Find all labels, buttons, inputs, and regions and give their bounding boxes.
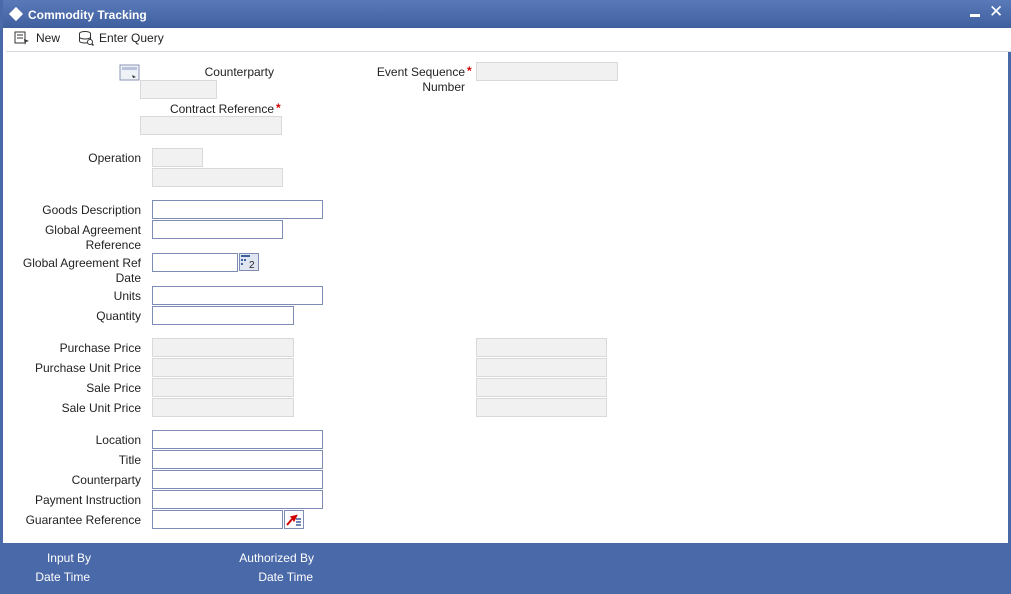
operation-description-field[interactable] [152,168,283,187]
new-button-label: New [36,31,61,45]
query-database-icon [79,31,94,46]
title-bar: Commodity Tracking ✕ [3,0,1011,28]
counterparty-label: Counterparty [204,65,274,79]
toolbar: New Enter Query [6,28,1011,52]
close-button[interactable]: ✕ [989,2,1003,22]
audit-footer: Input By Date Time Authorized By Date Ti… [3,543,1011,594]
counterparty-lookup-button[interactable] [119,64,141,82]
purchase-price-field[interactable] [152,338,294,357]
contract-reference-label: Contract Reference [169,102,274,116]
goods-description-label: Goods Description [42,203,141,217]
contract-reference-field[interactable] [140,116,282,135]
location-field[interactable] [152,430,323,449]
event-sequence-label: Event Sequence [343,65,465,80]
quantity-label: Quantity [96,309,141,323]
sale-unit-price-label: Sale Unit Price [61,401,141,415]
purchase-unit-price-label: Purchase Unit Price [34,361,141,375]
new-record-icon [14,31,29,45]
guarantee-reference-field[interactable] [152,510,283,529]
authorized-by-label: Authorized By [239,551,314,565]
goods-description-field[interactable] [152,200,323,219]
purchase-unit-price-field[interactable] [152,358,294,377]
sale-price-currency-field[interactable] [476,378,607,397]
svg-text:2: 2 [249,260,255,271]
global-agreement-ref-date-label: Global Agreement Ref Date [3,256,141,286]
counterparty-field-label: Counterparty [71,473,141,487]
event-sequence-label-line2: Number [422,80,465,94]
purchase-price-currency-field[interactable] [476,338,607,357]
calendar-button[interactable]: 2 [239,253,259,271]
enter-query-button[interactable]: Enter Query [78,28,178,50]
sale-price-field[interactable] [152,378,294,397]
global-agreement-reference-label-line1: Global Agreement [44,223,141,237]
sale-unit-price-field[interactable] [152,398,294,417]
counterparty-field[interactable] [140,80,217,99]
list-of-values-icon [284,510,304,529]
event-sequence-number-field[interactable] [476,62,618,81]
guarantee-reference-label: Guarantee Reference [25,513,141,527]
global-agreement-reference-label: Global Agreement Reference [3,223,141,253]
contract-reference-required-mark: * [276,101,281,115]
event-sequence-label-line1: Event Sequence [376,65,465,79]
sale-unit-price-currency-field[interactable] [476,398,607,417]
sale-price-label: Sale Price [86,381,141,395]
authorized-date-time-label: Date Time [258,570,313,584]
new-button[interactable]: New [14,28,74,50]
event-sequence-required-mark: * [467,64,472,78]
guarantee-reference-lov-button[interactable] [284,510,304,529]
purchase-price-label: Purchase Price [59,341,141,355]
units-field[interactable] [152,286,323,305]
payment-instruction-field[interactable] [152,490,323,509]
minimize-button[interactable] [970,9,980,17]
quantity-field[interactable] [152,306,294,325]
purchase-unit-price-currency-field[interactable] [476,358,607,377]
operation-label: Operation [88,151,141,165]
enter-query-button-label: Enter Query [99,31,164,45]
commodity-tracking-window: Commodity Tracking ✕ New Enter Query Cou… [0,0,1011,594]
input-date-time-label: Date Time [35,570,90,584]
payment-instruction-label: Payment Instruction [34,493,141,507]
location-label: Location [95,433,141,447]
window-title: Commodity Tracking [28,8,147,22]
global-agreement-ref-date-label-line1: Global Agreement Ref [22,256,141,270]
title-label: Title [118,453,141,467]
global-agreement-reference-field[interactable] [152,220,283,239]
operation-code-field[interactable] [152,148,203,167]
global-agreement-ref-date-field[interactable] [152,253,238,272]
lookup-icon [119,64,140,81]
title-field[interactable] [152,450,323,469]
global-agreement-ref-date-label-line2: Date [115,271,141,285]
input-by-label: Input By [46,551,91,565]
units-label: Units [113,289,141,303]
global-agreement-reference-label-line2: Reference [85,238,141,252]
calendar-icon: 2 [239,253,259,271]
window-diamond-icon [8,6,24,22]
counterparty-text-field[interactable] [152,470,323,489]
